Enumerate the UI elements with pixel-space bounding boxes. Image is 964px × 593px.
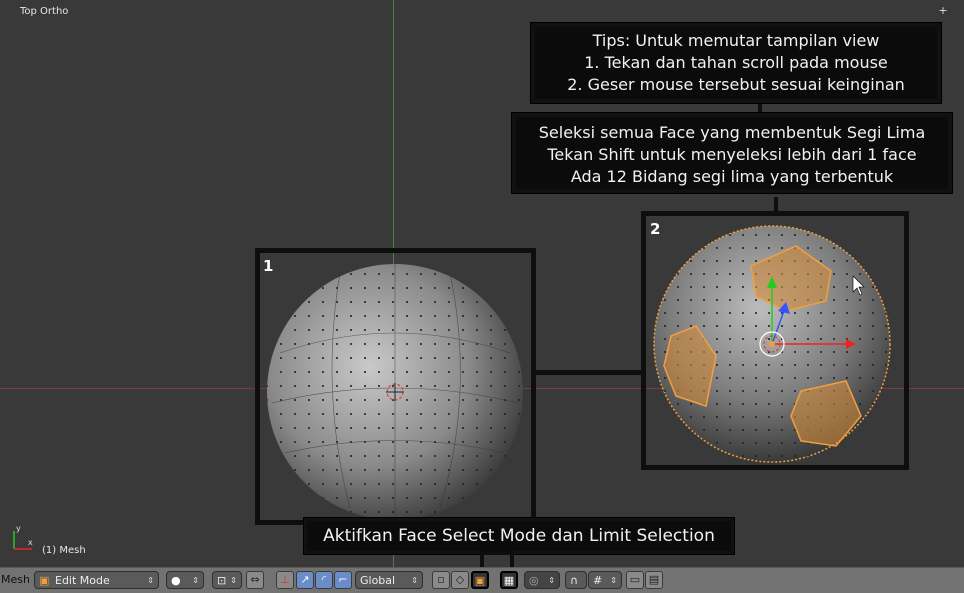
render-animation-button[interactable]: ▤	[645, 571, 663, 589]
connector-frame1-frame2	[536, 370, 641, 375]
solid-shading-icon: ●	[171, 574, 181, 587]
viewport-header-toolbar: Mesh ▣ Edit Mode ⇕ ● ⇕ ⊡ ⇕ ⇔ ⊥ ↗ ◜ ⌐ Glo…	[0, 567, 964, 593]
orientation-dropdown[interactable]: Global ⇕	[355, 571, 423, 589]
mesh-menu[interactable]: Mesh	[1, 573, 30, 586]
pivot-icon: ⊡	[217, 574, 227, 587]
connector-aktif-right	[510, 551, 514, 567]
mode-dropdown-value: Edit Mode	[55, 574, 110, 587]
scale-manipulator-button[interactable]: ⌐	[334, 571, 352, 589]
sphere-1-image	[267, 264, 523, 520]
snap-toggle[interactable]: ∩	[565, 571, 587, 589]
object-label: (1) Mesh	[42, 545, 86, 556]
seleksi-line-2: Tekan Shift untuk menyeleksi lebih dari …	[547, 145, 917, 164]
tips-line-3: 2. Geser mouse tersebut sesuai keinginan	[567, 75, 905, 94]
snap-element-dropdown[interactable]: # ⇕	[588, 571, 622, 589]
render-button[interactable]: ▭	[626, 571, 644, 589]
vertex-select-button[interactable]: ▫	[432, 571, 450, 589]
dropdown-arrows-icon: ⇕	[610, 576, 617, 585]
manipulator-toggle-button[interactable]: ⇔	[246, 571, 264, 589]
sphere-2-image	[653, 225, 891, 463]
edge-select-button[interactable]: ◇	[451, 571, 469, 589]
3d-viewport[interactable]: Top Ortho + 1 2 Tips: Untuk memutar tamp…	[0, 0, 964, 567]
dropdown-arrows-icon: ⇕	[548, 576, 555, 585]
svg-text:x: x	[28, 538, 33, 547]
orientation-dropdown-value: Global	[360, 574, 396, 587]
plus-icon[interactable]: +	[938, 5, 948, 16]
view-label: Top Ortho	[20, 6, 69, 17]
rotate-manipulator-button[interactable]: ◜	[315, 571, 333, 589]
connector-seleksi-frame2	[774, 197, 778, 213]
pivot-dropdown[interactable]: ⊡ ⇕	[212, 571, 242, 589]
shading-dropdown[interactable]: ● ⇕	[166, 571, 204, 589]
limit-selection-button[interactable]: ▦	[500, 571, 518, 589]
dropdown-arrows-icon: ⇕	[411, 576, 418, 585]
dropdown-arrows-icon: ⇕	[147, 576, 154, 585]
sphere-1-frame: 1	[255, 248, 536, 525]
mode-dropdown[interactable]: ▣ Edit Mode ⇕	[34, 571, 159, 589]
connector-aktif-left	[480, 551, 484, 567]
magnet-icon: ∩	[570, 574, 579, 587]
translate-icon[interactable]: ⊥	[276, 571, 294, 589]
dropdown-arrows-icon: ⇕	[230, 576, 237, 585]
tips-callout: Tips: Untuk memutar tampilan view 1. Tek…	[531, 23, 941, 103]
connector-aktif-toolbar	[480, 551, 514, 555]
seleksi-line-3: Ada 12 Bidang segi lima yang terbentuk	[570, 167, 894, 186]
face-select-button[interactable]: ▣	[471, 571, 489, 589]
seleksi-callout: Seleksi semua Face yang membentuk Segi L…	[512, 113, 952, 193]
proportional-edit-dropdown[interactable]: ◎ ⇕	[524, 571, 560, 589]
svg-text:y: y	[16, 524, 21, 533]
tips-line-2: 1. Tekan dan tahan scroll pada mouse	[584, 53, 888, 72]
grid-snap-icon: #	[593, 574, 603, 587]
sphere-2-frame: 2	[641, 211, 909, 470]
tips-line-1: Tips: Untuk memutar tampilan view	[592, 31, 880, 50]
aktifkan-callout: Aktifkan Face Select Mode dan Limit Sele…	[304, 518, 734, 554]
proportional-edit-icon: ◎	[529, 574, 539, 587]
seleksi-line-1: Seleksi semua Face yang membentuk Segi L…	[538, 123, 926, 142]
edit-mode-icon: ▣	[39, 574, 50, 587]
move-manipulator-button[interactable]: ↗	[296, 571, 314, 589]
dropdown-arrows-icon: ⇕	[192, 576, 199, 585]
axis-orientation-icon: y x	[13, 524, 33, 550]
